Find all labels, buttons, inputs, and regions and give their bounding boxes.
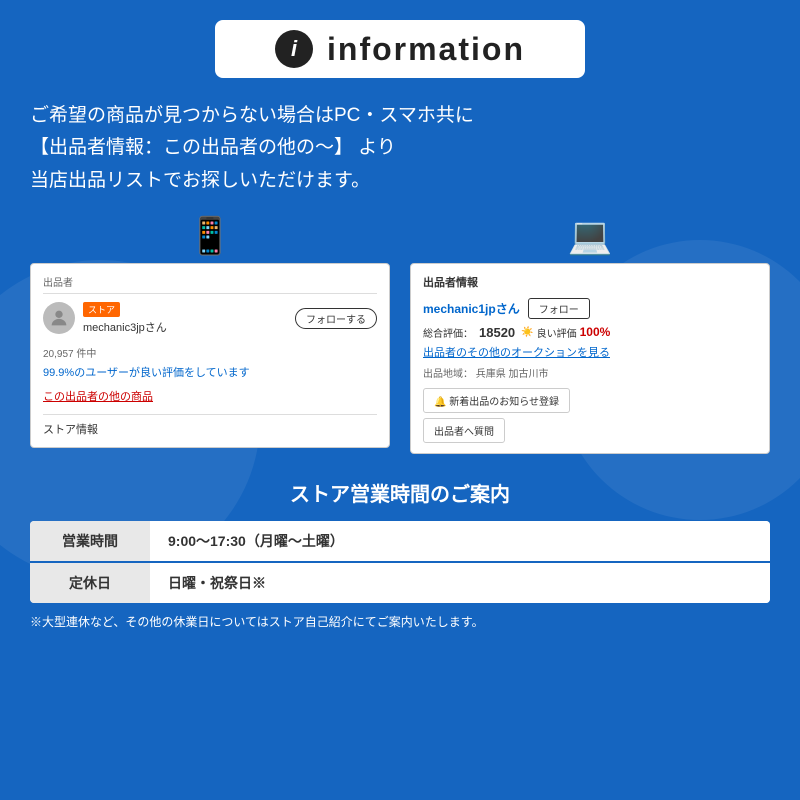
hours-label-2: 定休日 xyxy=(30,562,150,603)
desc-line3: 当店出品リストでお探しいただけます。 xyxy=(30,165,770,197)
stats-blue: 99.9%のユーザーが良い評価をしています xyxy=(43,364,377,380)
stats-count: 20,957 件中 xyxy=(43,345,377,360)
mobile-screenshot: 出品者 ストア mechanic3jpさん フォローする 20,957 件中 xyxy=(30,263,390,448)
business-title: ストア営業時間のご案内 xyxy=(30,478,770,507)
pc-screenshot: 出品者情報 mechanic1jpさん フォロー 総合評価： 18520 ☀️ … xyxy=(410,263,770,454)
auction-link[interactable]: 出品者のその他のオークションを見る xyxy=(423,344,757,360)
other-items-link[interactable]: この出品者の他の商品 xyxy=(43,388,153,406)
good-pct: 100% xyxy=(580,325,611,339)
hours-value-1: 9:00〜17:30（月曜〜土曜） xyxy=(150,521,770,562)
business-section: ストア営業時間のご案内 営業時間 9:00〜17:30（月曜〜土曜） 定休日 日… xyxy=(30,478,770,630)
seller-info-label: 出品者情報 xyxy=(423,274,757,290)
mobile-icon: 📱 xyxy=(188,215,233,257)
seller-label: 出品者 xyxy=(43,274,377,294)
desc-line1: ご希望の商品が見つからない場合はPC・スマホ共に xyxy=(30,100,770,132)
notify-button[interactable]: 🔔 新着出品のお知らせ登録 xyxy=(423,388,570,413)
hours-label-1: 営業時間 xyxy=(30,521,150,562)
store-badge: ストア xyxy=(83,302,120,317)
pc-icon: 💻 xyxy=(568,215,613,257)
seller-row: ストア mechanic3jpさん フォローする xyxy=(43,302,377,335)
seller-name-left: mechanic3jpさん xyxy=(83,319,167,335)
rating-num: 18520 xyxy=(479,325,515,340)
desc-line2: 【出品者情報：この出品者の他の〜】 より xyxy=(30,132,770,164)
hours-value-2: 日曜・祝祭日※ xyxy=(150,562,770,603)
avatar xyxy=(43,302,75,334)
pc-col: 💻 出品者情報 mechanic1jpさん フォロー 総合評価： 18520 ☀… xyxy=(410,215,770,454)
question-button[interactable]: 出品者へ質問 xyxy=(423,418,505,443)
right-seller-row: mechanic1jpさん フォロー xyxy=(423,298,757,319)
seller-left: ストア mechanic3jpさん xyxy=(43,302,167,335)
mechanic-name: mechanic1jpさん xyxy=(423,300,520,317)
info-title: information xyxy=(327,31,525,68)
sun-icon: ☀️ xyxy=(521,327,533,338)
note: ※大型連休など、その他の休業日についてはストア自己紹介にてご案内いたします。 xyxy=(30,613,770,630)
info-header: i information xyxy=(215,20,585,78)
follow-button-right[interactable]: フォロー xyxy=(528,298,590,319)
hours-table: 営業時間 9:00〜17:30（月曜〜土曜） 定休日 日曜・祝祭日※ xyxy=(30,521,770,603)
hours-row-2: 定休日 日曜・祝祭日※ xyxy=(30,562,770,603)
good-label: 良い評価 xyxy=(537,325,577,340)
rating-label: 総合評価： xyxy=(423,325,473,340)
good-rating: ☀️ 良い評価 100% xyxy=(521,325,610,340)
description-block: ご希望の商品が見つからない場合はPC・スマホ共に 【出品者情報：この出品者の他の… xyxy=(30,100,770,197)
seller-info: ストア mechanic3jpさん xyxy=(83,302,167,335)
store-info: ストア情報 xyxy=(43,414,377,437)
main-container: i information ご希望の商品が見つからない場合はPC・スマホ共に 【… xyxy=(0,0,800,800)
rating-row: 総合評価： 18520 ☀️ 良い評価 100% xyxy=(423,325,757,340)
info-icon: i xyxy=(275,30,313,68)
follow-button-left[interactable]: フォローする xyxy=(295,308,377,329)
mobile-col: 📱 出品者 ストア mechanic3jpさん フォローする xyxy=(30,215,390,454)
hours-row-1: 営業時間 9:00〜17:30（月曜〜土曜） xyxy=(30,521,770,562)
location: 出品地域： 兵庫県 加古川市 xyxy=(423,365,757,380)
screenshots-area: 📱 出品者 ストア mechanic3jpさん フォローする xyxy=(30,215,770,454)
